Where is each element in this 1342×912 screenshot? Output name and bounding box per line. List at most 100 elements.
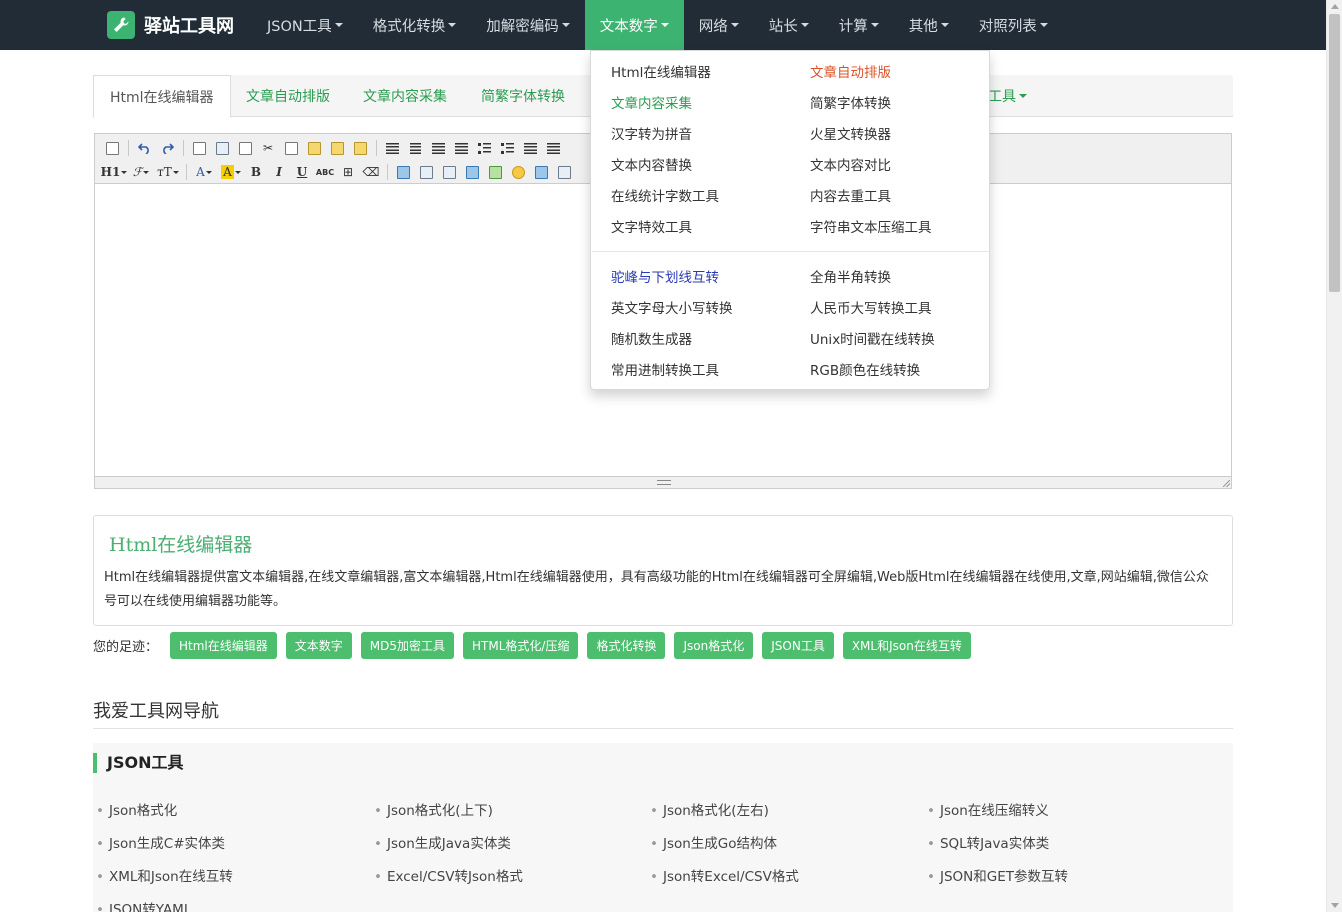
corner-resize-icon[interactable] <box>1223 480 1230 487</box>
emoticon-icon[interactable] <box>507 162 529 182</box>
menu-item[interactable]: 文字特效工具 <box>611 216 692 236</box>
ordered-list-icon[interactable] <box>473 138 495 158</box>
menu-item[interactable]: 文章自动排版 <box>810 61 891 81</box>
nav-link[interactable]: JSON和GET参数互转 <box>927 865 1068 885</box>
menu-item[interactable]: 驼峰与下划线互转 <box>611 266 719 286</box>
menu-item[interactable]: Html在线编辑器 <box>611 61 711 81</box>
menu-item[interactable]: 文本内容对比 <box>810 154 891 174</box>
source-icon[interactable] <box>101 138 123 158</box>
bold-button[interactable]: B <box>245 162 267 182</box>
menu-item[interactable]: 汉字转为拼音 <box>611 123 692 143</box>
cut-icon[interactable]: ✂ <box>257 138 279 158</box>
align-left-icon[interactable] <box>381 138 403 158</box>
menu-item[interactable]: 简繁字体转换 <box>810 92 891 112</box>
insert-flash-icon[interactable] <box>415 162 437 182</box>
font-size-dropdown[interactable]: тT <box>155 162 181 182</box>
font-color-dropdown[interactable]: A <box>191 162 217 182</box>
menu-item[interactable]: 常用进制转换工具 <box>611 359 719 379</box>
outdent-icon[interactable] <box>542 138 564 158</box>
menu-item[interactable]: 全角半角转换 <box>810 266 891 286</box>
nav-link[interactable]: Json生成C#实体类 <box>96 832 225 852</box>
page-scrollbar[interactable] <box>1326 0 1342 912</box>
footprint-tag[interactable]: 格式化转换 <box>587 631 666 659</box>
tab-more-tools[interactable]: 工具 <box>988 75 1027 117</box>
align-right-icon[interactable] <box>427 138 449 158</box>
nav-calculate[interactable]: 计算 <box>824 0 894 50</box>
background-color-dropdown[interactable]: A <box>218 162 244 182</box>
nav-format-convert[interactable]: 格式化转换 <box>358 0 472 50</box>
nav-reference-list[interactable]: 对照列表 <box>964 0 1063 50</box>
nav-link[interactable]: JSON转YAML <box>96 898 191 912</box>
footprint-tag[interactable]: JSON工具 <box>762 631 834 659</box>
scroll-up-arrow-icon[interactable] <box>1331 4 1339 9</box>
align-center-icon[interactable] <box>404 138 426 158</box>
font-family-dropdown[interactable]: ℱ <box>128 162 154 182</box>
menu-item[interactable]: 文本内容替换 <box>611 154 692 174</box>
footprint-tag[interactable]: XML和Json在线互转 <box>842 631 971 659</box>
resize-handle-icon[interactable] <box>657 480 671 485</box>
menu-item[interactable]: 人民币大写转换工具 <box>810 297 932 317</box>
heading-dropdown[interactable]: H1 <box>101 162 128 182</box>
italic-button[interactable]: I <box>268 162 290 182</box>
nav-other[interactable]: 其他 <box>894 0 964 50</box>
menu-item[interactable]: 字符串文本压缩工具 <box>810 216 932 236</box>
image-gallery-icon[interactable] <box>530 162 552 182</box>
unordered-list-icon[interactable] <box>496 138 518 158</box>
brand[interactable]: 驿站工具网 <box>107 11 234 39</box>
nav-link[interactable]: XML和Json在线互转 <box>96 865 233 885</box>
redo-icon[interactable] <box>156 138 178 158</box>
footprint-tag[interactable]: HTML格式化/压缩 <box>463 631 579 659</box>
insert-image-icon[interactable] <box>392 162 414 182</box>
tab-article-collect[interactable]: 文章内容采集 <box>347 75 463 117</box>
select-all-icon[interactable]: ⊞ <box>337 162 359 182</box>
copy-icon[interactable] <box>280 138 302 158</box>
menu-item[interactable]: 随机数生成器 <box>611 328 692 348</box>
nav-link[interactable]: Json格式化(上下) <box>374 799 493 819</box>
paste-text-icon[interactable] <box>326 138 348 158</box>
horizontal-line-icon[interactable] <box>484 162 506 182</box>
eraser-icon[interactable]: ⌫ <box>360 162 382 182</box>
paste-icon[interactable] <box>303 138 325 158</box>
nav-link[interactable]: Json转Excel/CSV格式 <box>650 865 799 885</box>
nav-link[interactable]: Json在线压缩转义 <box>927 799 1049 819</box>
insert-link-icon[interactable] <box>553 162 575 182</box>
underline-button[interactable]: U <box>291 162 313 182</box>
nav-encrypt-encode[interactable]: 加解密编码 <box>471 0 585 50</box>
insert-media-icon[interactable] <box>438 162 460 182</box>
menu-item[interactable]: 英文字母大小写转换 <box>611 297 733 317</box>
nav-json-tools[interactable]: JSON工具 <box>252 0 358 50</box>
tab-simp-trad-convert[interactable]: 简繁字体转换 <box>465 75 581 117</box>
indent-icon[interactable] <box>519 138 541 158</box>
menu-item[interactable]: 内容去重工具 <box>810 185 891 205</box>
footprint-tag[interactable]: Html在线编辑器 <box>170 631 277 659</box>
menu-item[interactable]: 在线统计字数工具 <box>611 185 719 205</box>
nav-link[interactable]: Json格式化(左右) <box>650 799 769 819</box>
footprint-tag[interactable]: 文本数字 <box>285 631 352 659</box>
undo-icon[interactable] <box>133 138 155 158</box>
nav-link[interactable]: SQL转Java实体类 <box>927 832 1049 852</box>
insert-table-icon[interactable] <box>461 162 483 182</box>
nav-network[interactable]: 网络 <box>684 0 754 50</box>
nav-link[interactable]: Excel/CSV转Json格式 <box>374 865 523 885</box>
nav-link[interactable]: Json格式化 <box>96 799 177 819</box>
nav-text-number[interactable]: 文本数字 <box>584 0 684 50</box>
template-icon[interactable] <box>234 138 256 158</box>
nav-link[interactable]: Json生成Go结构体 <box>650 832 777 852</box>
nav-webmaster[interactable]: 站长 <box>754 0 824 50</box>
nav-link[interactable]: Json生成Java实体类 <box>374 832 511 852</box>
strikethrough-button[interactable]: ABC <box>314 162 336 182</box>
scroll-thumb[interactable] <box>1329 14 1340 292</box>
tab-html-editor[interactable]: Html在线编辑器 <box>93 75 231 118</box>
menu-item[interactable]: RGB颜色在线转换 <box>810 359 920 379</box>
print-icon[interactable] <box>211 138 233 158</box>
menu-item[interactable]: 文章内容采集 <box>611 92 692 112</box>
tab-article-typeset[interactable]: 文章自动排版 <box>230 75 346 117</box>
scroll-down-arrow-icon[interactable] <box>1331 903 1339 908</box>
footprint-tag[interactable]: Json格式化 <box>674 631 754 659</box>
menu-item[interactable]: Unix时间戳在线转换 <box>810 328 935 348</box>
menu-item[interactable]: 火星文转换器 <box>810 123 891 143</box>
align-justify-icon[interactable] <box>450 138 472 158</box>
footprint-tag[interactable]: MD5加密工具 <box>360 631 455 659</box>
paste-word-icon[interactable] <box>349 138 371 158</box>
preview-icon[interactable] <box>188 138 210 158</box>
